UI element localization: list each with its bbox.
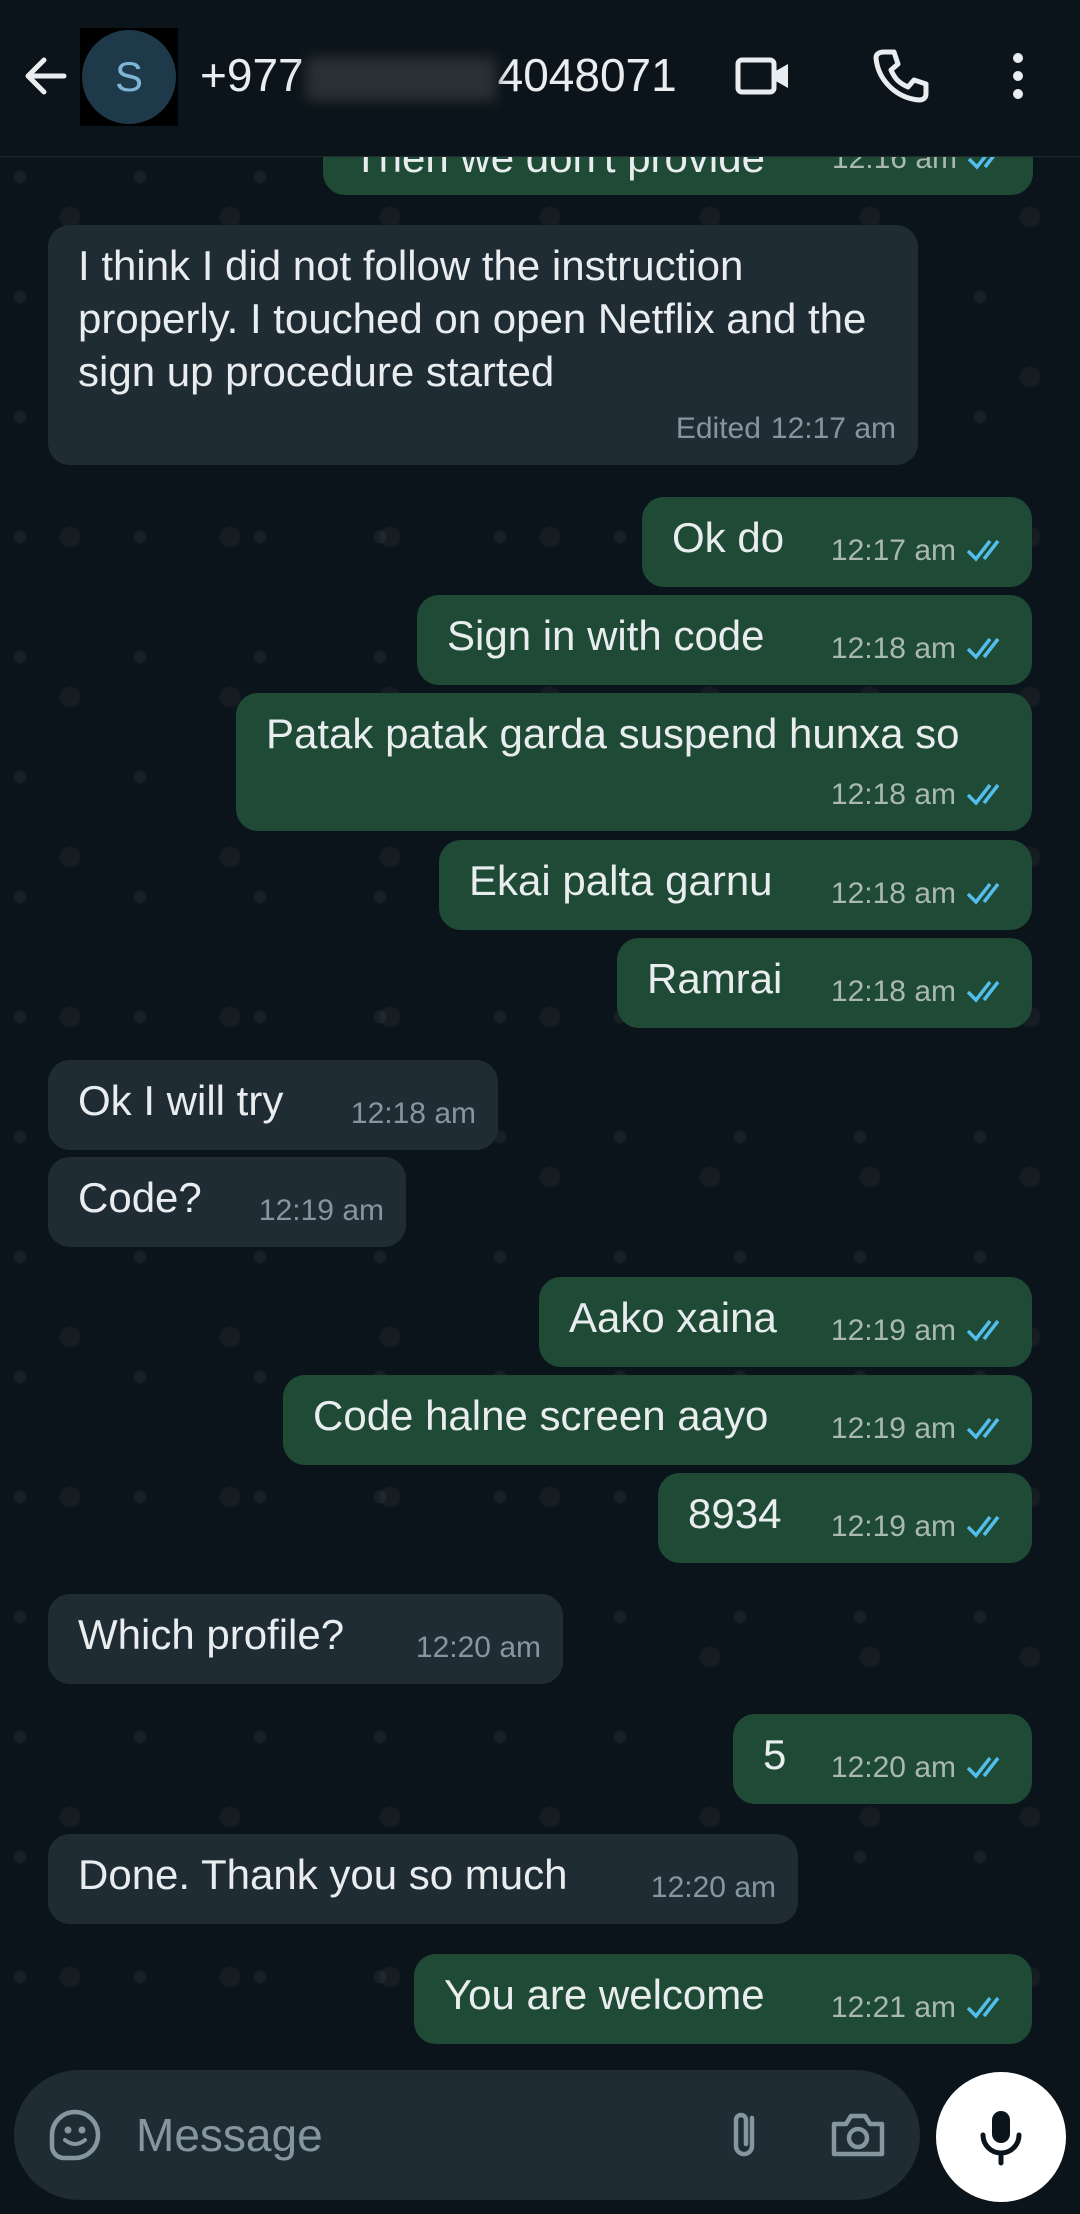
message-time: 12:19 am [830, 1314, 956, 1347]
message-text: Ramrai [647, 955, 783, 1002]
message-composer[interactable]: Message [14, 2070, 920, 2200]
message-bubble[interactable]: I think I did not follow the instruction… [48, 225, 918, 465]
message-meta: 12:17 am [831, 524, 1010, 577]
double-check-icon [966, 1417, 1000, 1440]
message-text: Aako xaina [569, 1294, 777, 1341]
sticker-icon[interactable] [44, 2104, 106, 2166]
double-check-icon [966, 1756, 1000, 1779]
message-bubble[interactable]: 8934 12:19 am [658, 1473, 1032, 1563]
double-check-icon [966, 882, 1000, 905]
message-bubble[interactable]: Ok I will try 12:18 am [48, 1060, 498, 1150]
redacted-block [305, 56, 496, 101]
message-time: 12:20 am [830, 1751, 956, 1784]
message-bubble[interactable]: Aako xaina 12:19 am [539, 1277, 1032, 1367]
double-check-icon [966, 1996, 1000, 2019]
message-bubble[interactable]: Ok do 12:17 am [642, 497, 1032, 587]
message-text: Ekai palta garnu [469, 857, 773, 904]
edited-label: Edited [675, 412, 761, 445]
message-meta: Edited 12:17 am [676, 402, 896, 455]
message-meta: 12:18 am [351, 1087, 476, 1140]
message-time: 12:19 am [830, 1412, 956, 1445]
message-bubble[interactable]: You are welcome 12:21 am [414, 1954, 1032, 2044]
contact-prefix: +977 [200, 49, 304, 101]
message-bubble[interactable]: Done. Thank you so much 12:20 am [48, 1834, 798, 1924]
message-text: Then we don't provide [353, 157, 765, 181]
double-check-icon [966, 980, 1000, 1003]
message-meta: 12:18 am [831, 768, 1010, 821]
double-check-icon [966, 1319, 1000, 1342]
double-check-icon [966, 783, 1000, 806]
message-text: Ok do [672, 514, 785, 561]
message-meta: 12:16 am [832, 157, 1011, 185]
message-text: 5 [763, 1731, 787, 1778]
message-bubble[interactable]: Code? 12:19 am [48, 1157, 406, 1247]
message-meta: 12:18 am [831, 965, 1010, 1018]
video-call-icon[interactable] [732, 44, 796, 108]
message-text: I think I did not follow the instruction… [78, 242, 867, 395]
message-meta: 12:20 am [831, 1741, 1010, 1794]
message-meta: 12:21 am [831, 1981, 1010, 2034]
double-check-icon [967, 157, 995, 170]
mic-icon [980, 2111, 1022, 2166]
camera-icon[interactable] [826, 2104, 890, 2166]
message-meta: 12:19 am [831, 1402, 1010, 1455]
message-time: 12:17 am [830, 534, 956, 567]
message-meta: 12:19 am [831, 1304, 1010, 1357]
message-time: 12:18 am [830, 778, 956, 811]
message-meta: 12:18 am [831, 622, 1010, 675]
voice-record-button[interactable] [936, 2072, 1066, 2202]
message-bubble[interactable]: Patak patak garda suspend hunxa so 12:18… [236, 693, 1032, 831]
message-bubble[interactable]: Which profile? 12:20 am [48, 1594, 563, 1684]
message-input[interactable]: Message [136, 2108, 323, 2162]
message-time: 12:18 am [830, 975, 956, 1008]
avatar[interactable]: S [80, 28, 178, 126]
message-text: Patak patak garda suspend hunxa so [266, 710, 960, 757]
message-text: Sign in with code [447, 612, 765, 659]
double-check-icon [966, 539, 1000, 562]
contact-name[interactable]: +977 4048071 [200, 48, 677, 102]
message-meta: 12:19 am [831, 1500, 1010, 1553]
message-bubble[interactable]: Code halne screen aayo 12:19 am [283, 1375, 1032, 1465]
message-meta: 12:20 am [651, 1861, 776, 1914]
chat-header: S +977 4048071 [0, 0, 1080, 157]
message-text: Code? [78, 1174, 202, 1221]
double-check-icon [966, 1515, 1000, 1538]
message-meta: 12:19 am [259, 1184, 384, 1237]
more-vertical-icon[interactable] [986, 44, 1050, 108]
avatar-letter: S [82, 30, 176, 124]
message-meta: 12:20 am [416, 1621, 541, 1674]
contact-suffix: 4048071 [497, 49, 677, 101]
message-text: 8934 [688, 1490, 782, 1537]
phone-icon[interactable] [868, 44, 932, 108]
message-time: 12:18 am [830, 632, 956, 665]
message-time: 12:18 am [350, 1097, 476, 1130]
message-time: 12:21 am [830, 1991, 956, 2024]
message-bubble[interactable]: 5 12:20 am [733, 1714, 1032, 1804]
message-time: 12:20 am [415, 1631, 541, 1664]
message-text: Which profile? [78, 1611, 345, 1658]
message-bubble[interactable]: Ekai palta garnu 12:18 am [439, 840, 1032, 930]
paperclip-icon[interactable] [714, 2104, 776, 2166]
message-bubble[interactable]: Then we don't provide 12:16 am [323, 157, 1033, 195]
message-text: Done. Thank you so much [78, 1851, 568, 1898]
message-time: 12:16 am [831, 157, 957, 175]
message-meta: 12:18 am [831, 867, 1010, 920]
message-time: 12:17 am [770, 412, 896, 445]
message-time: 12:19 am [258, 1194, 384, 1227]
message-time: 12:19 am [830, 1510, 956, 1543]
message-time: 12:20 am [650, 1871, 776, 1904]
arrow-left-icon[interactable] [18, 48, 74, 104]
message-text: Ok I will try [78, 1077, 284, 1124]
message-text: Code halne screen aayo [313, 1392, 769, 1439]
message-text: You are welcome [444, 1971, 765, 2018]
message-bubble[interactable]: Sign in with code 12:18 am [417, 595, 1032, 685]
chat-area[interactable]: Then we don't provide 12:16 am I think I… [0, 157, 1080, 2057]
message-bubble[interactable]: Ramrai 12:18 am [617, 938, 1032, 1028]
message-time: 12:18 am [830, 877, 956, 910]
double-check-icon [966, 637, 1000, 660]
